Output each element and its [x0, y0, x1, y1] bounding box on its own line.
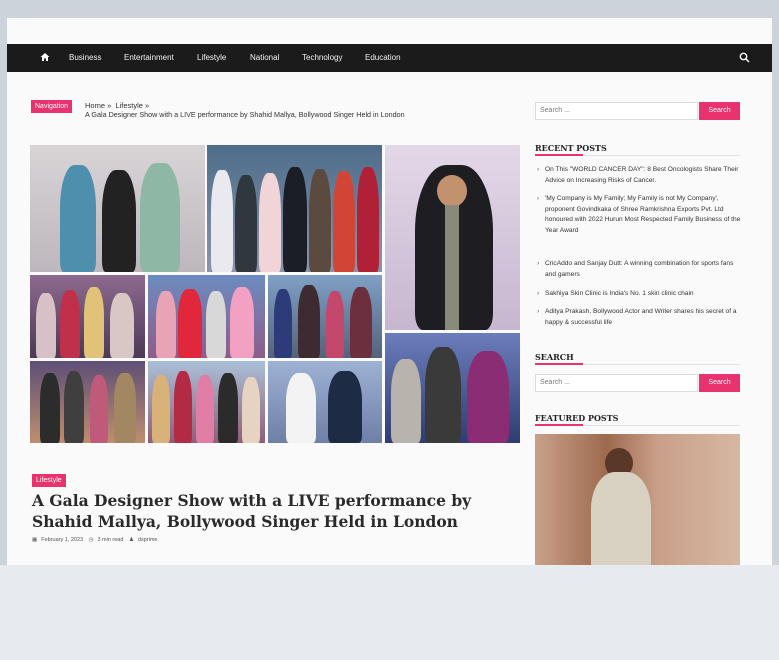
recent-posts-title: RECENT POSTS	[535, 143, 607, 153]
navigation-badge: Navigation	[31, 100, 73, 113]
browser-page: Business Entertainment Lifestyle Nationa…	[7, 18, 772, 565]
article-author[interactable]: dsprime	[138, 537, 158, 543]
top-search-input[interactable]: Search ...	[535, 102, 698, 120]
photo-runway-4	[148, 361, 265, 443]
photo-runway-3	[30, 361, 145, 443]
nav-item-national[interactable]: National	[250, 44, 279, 72]
article-date[interactable]: February 1, 2023	[41, 537, 83, 543]
breadcrumb-home[interactable]: Home »	[85, 101, 111, 110]
clock-icon: ◷	[88, 537, 94, 543]
photo-trio	[385, 333, 520, 443]
calendar-icon: ▦	[32, 537, 38, 543]
recent-post-item[interactable]: On This "WORLD CANCER DAY": 8 Best Oncol…	[535, 165, 745, 186]
recent-post-item[interactable]: 'My Company is My Family; My Family is n…	[535, 194, 745, 236]
search-icon[interactable]	[739, 52, 750, 63]
backdrop-bottom	[0, 565, 779, 660]
recent-post-item[interactable]: Aditya Prakash, Bollywood Actor and Writ…	[535, 307, 745, 328]
breadcrumb-category[interactable]: Lifestyle »	[115, 101, 149, 110]
article-title: A Gala Designer Show with a LIVE perform…	[32, 491, 472, 531]
nav-item-lifestyle[interactable]: Lifestyle	[197, 44, 226, 72]
photo-runway-2	[148, 275, 265, 358]
top-search-button[interactable]: Search	[699, 102, 740, 120]
photo-cake-cutting	[268, 275, 382, 358]
nav-item-entertainment[interactable]: Entertainment	[124, 44, 174, 72]
sidebar-search-input[interactable]: Search ...	[535, 374, 698, 392]
main-navbar: Business Entertainment Lifestyle Nationa…	[7, 44, 772, 72]
photo-duo	[268, 361, 382, 443]
featured-post-image[interactable]	[535, 434, 740, 565]
recent-posts-divider	[535, 154, 740, 156]
article-read-time: 3 min read	[97, 537, 124, 543]
home-icon[interactable]	[40, 52, 50, 62]
search-widget-title: SEARCH	[535, 352, 574, 362]
photo-runway-1	[30, 275, 145, 358]
breadcrumb-current: A Gala Designer Show with a LIVE perform…	[85, 110, 405, 119]
recent-post-item[interactable]: Sakhiya Skin Clinic is India's No. 1 ski…	[535, 289, 745, 300]
featured-posts-divider	[535, 424, 740, 426]
nav-item-business[interactable]: Business	[69, 44, 101, 72]
photo-award-group	[207, 145, 382, 272]
sidebar-search-button[interactable]: Search	[699, 374, 740, 392]
user-icon: ♟	[128, 537, 134, 543]
search-widget-divider	[535, 363, 740, 365]
nav-item-technology[interactable]: Technology	[302, 44, 342, 72]
photo-singer	[385, 145, 520, 330]
recent-post-item[interactable]: CricAddo and Sanjay Dutt: A winning comb…	[535, 259, 745, 280]
featured-posts-title: FEATURED POSTS	[535, 413, 619, 423]
featured-image-collage[interactable]	[30, 145, 520, 443]
article-meta: ▦ February 1, 2023 ◷ 3 min read ♟ dsprime	[32, 537, 161, 543]
photo-group-men	[30, 145, 205, 272]
nav-item-education[interactable]: Education	[365, 44, 401, 72]
category-badge[interactable]: Lifestyle	[32, 474, 66, 487]
